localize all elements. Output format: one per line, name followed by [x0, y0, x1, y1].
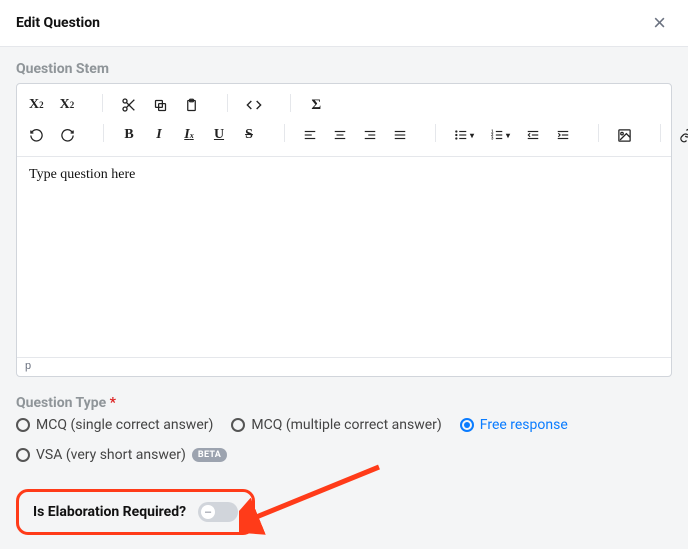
modal-header: Edit Question ×	[0, 0, 688, 47]
subscript-button[interactable]: X2	[27, 96, 46, 114]
clearformat-button[interactable]: Ix	[180, 126, 198, 144]
toolbar-row-1: X2 X2	[27, 90, 661, 120]
outdent-icon	[526, 128, 540, 142]
toggle-knob-off: –	[200, 504, 216, 520]
math-button[interactable]: Σ	[307, 96, 325, 114]
scissors-icon	[121, 97, 137, 113]
radio-label: VSA (very short answer)	[36, 447, 186, 463]
radio-icon	[16, 418, 30, 432]
modal-content: Question Stem X2 X2	[0, 47, 688, 549]
italic-button[interactable]: I	[150, 126, 168, 144]
beta-badge: BETA	[192, 448, 227, 462]
image-icon	[617, 128, 632, 143]
svg-text:3: 3	[491, 136, 494, 141]
align-left-button[interactable]	[301, 126, 319, 144]
link-button[interactable]	[677, 126, 688, 144]
elaboration-toggle[interactable]: –	[198, 502, 238, 522]
undo-icon	[29, 128, 44, 143]
modal-title: Edit Question	[16, 15, 100, 31]
radio-label: MCQ (multiple correct answer)	[251, 417, 441, 433]
chevron-down-icon: ▾	[470, 131, 474, 140]
radio-icon	[460, 418, 474, 432]
outdent-button[interactable]	[524, 126, 542, 144]
superscript-button[interactable]: X2	[58, 96, 77, 114]
editor-toolbar: X2 X2	[17, 84, 671, 157]
question-stem-input[interactable]: Type question here	[17, 157, 671, 357]
undo-button[interactable]	[27, 126, 46, 144]
elaboration-label: Is Elaboration Required?	[33, 504, 186, 520]
radio-icon	[231, 418, 245, 432]
paste-button[interactable]	[182, 96, 201, 114]
radio-label: Free response	[480, 417, 568, 433]
align-center-icon	[333, 128, 347, 142]
align-justify-button[interactable]	[391, 126, 409, 144]
numbered-list-icon: 123	[490, 128, 504, 142]
bullet-list-button[interactable]: ▾	[452, 126, 476, 144]
align-right-button[interactable]	[361, 126, 379, 144]
arrow-annotation-icon	[239, 462, 399, 542]
radio-vsa[interactable]: VSA (very short answer) BETA	[16, 447, 672, 463]
indent-icon	[556, 128, 570, 142]
editor-box: X2 X2	[16, 83, 672, 377]
align-left-icon	[303, 128, 317, 142]
question-type-section: Question Type * MCQ (single correct answ…	[16, 395, 672, 463]
image-button[interactable]	[615, 126, 634, 144]
paste-icon	[184, 98, 199, 113]
radio-free-response[interactable]: Free response	[460, 417, 568, 433]
align-right-icon	[363, 128, 377, 142]
redo-icon	[60, 128, 75, 143]
radio-icon	[16, 448, 30, 462]
align-justify-icon	[393, 128, 407, 142]
radio-label: MCQ (single correct answer)	[36, 417, 213, 433]
elaboration-highlight: Is Elaboration Required? –	[16, 489, 255, 535]
source-button[interactable]	[244, 96, 264, 114]
bold-button[interactable]: B	[120, 126, 138, 144]
redo-button[interactable]	[58, 126, 77, 144]
link-icon	[679, 128, 688, 143]
radio-mcq-multi[interactable]: MCQ (multiple correct answer)	[231, 417, 441, 433]
cut-button[interactable]	[119, 96, 139, 114]
code-icon	[246, 97, 262, 113]
indent-button[interactable]	[554, 126, 572, 144]
copy-button[interactable]	[151, 96, 170, 114]
close-button[interactable]: ×	[647, 10, 672, 36]
align-center-button[interactable]	[331, 126, 349, 144]
toolbar-row-2: B I Ix U S	[27, 120, 661, 150]
close-icon: ×	[653, 10, 666, 35]
bullet-list-icon	[454, 128, 468, 142]
radio-mcq-single[interactable]: MCQ (single correct answer)	[16, 417, 213, 433]
copy-icon	[153, 98, 168, 113]
chevron-down-icon: ▾	[506, 131, 510, 140]
stem-label: Question Stem	[16, 61, 672, 77]
numbered-list-button[interactable]: 123 ▾	[488, 126, 512, 144]
underline-button[interactable]: U	[210, 126, 228, 144]
sigma-icon: Σ	[311, 97, 321, 114]
editor-statusbar: p	[17, 357, 671, 376]
strike-button[interactable]: S	[240, 126, 258, 144]
question-type-label: Question Type *	[16, 395, 672, 411]
